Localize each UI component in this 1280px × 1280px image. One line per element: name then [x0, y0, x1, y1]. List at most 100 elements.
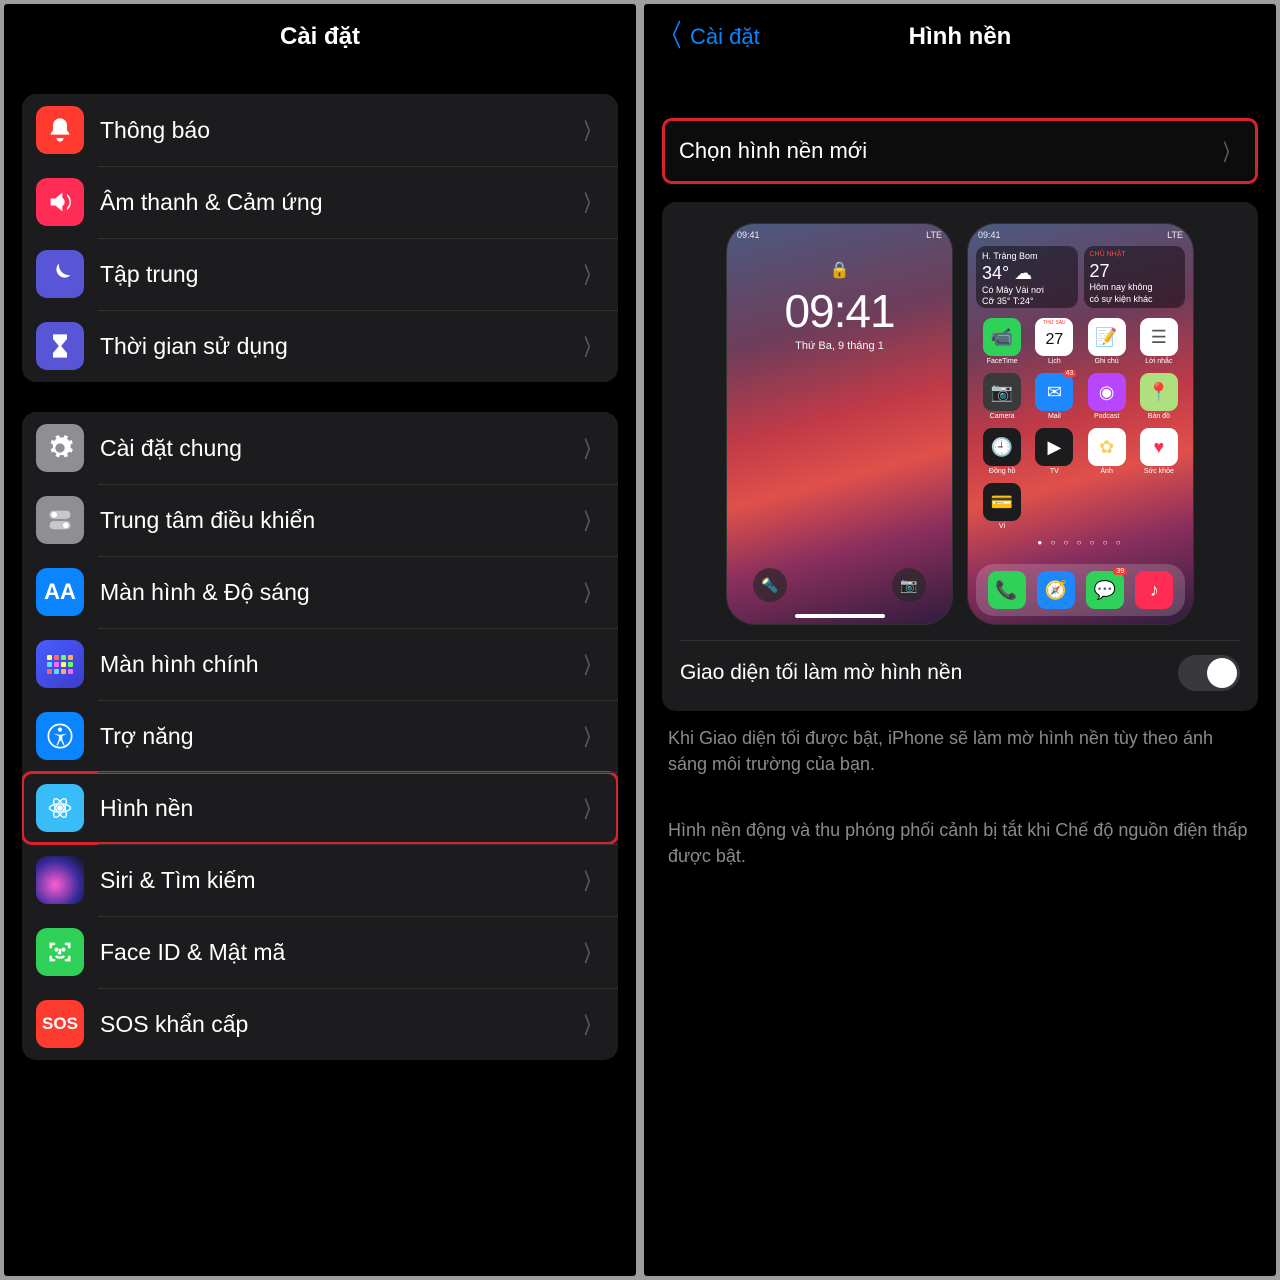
settings-title: Cài đặt [280, 23, 360, 51]
row-accessibility[interactable]: Trợ năng 〉 [22, 700, 618, 772]
chevron-left-icon: 〈 [661, 22, 682, 52]
hourglass-icon [36, 322, 84, 370]
back-button[interactable]: 〈 Cài đặt [656, 22, 760, 52]
choose-wallpaper-row[interactable]: Chọn hình nền mới 〉 [662, 118, 1258, 184]
chevron-right-icon: 〉 [584, 504, 597, 536]
row-label: Thời gian sử dụng [100, 333, 580, 360]
lock-face: 🔒 09:41 Thứ Ba, 9 tháng 1 [727, 260, 952, 352]
dim-toggle[interactable] [1178, 655, 1240, 691]
wallpaper-title: Hình nền [909, 23, 1012, 51]
app-icon: ✿Ảnh [1083, 428, 1131, 475]
home-indicator [795, 614, 885, 618]
calendar-widget: CHỦ NHẬT 27 Hôm nay không có sự kiện khá… [1084, 246, 1186, 308]
row-label: Thông báo [100, 117, 580, 144]
lock-time: 09:41 [727, 284, 952, 338]
row-label: Âm thanh & Cảm ứng [100, 189, 580, 216]
app-icon: ♥Sức khỏe [1135, 428, 1183, 475]
lockscreen-preview[interactable]: 09:41 LTE 🔒 09:41 Thứ Ba, 9 tháng 1 🔦 📷 [727, 224, 952, 624]
row-label: SOS khẩn cấp [100, 1011, 580, 1038]
row-screentime[interactable]: Thời gian sử dụng 〉 [22, 310, 618, 382]
wallpaper-previews: 09:41 LTE 🔒 09:41 Thứ Ba, 9 tháng 1 🔦 📷 0… [662, 202, 1258, 711]
row-label: Trợ năng [100, 723, 580, 750]
app-icon: ☰Lời nhắc [1135, 318, 1183, 365]
row-siri[interactable]: Siri & Tìm kiếm 〉 [22, 844, 618, 916]
dock-app: 💬39 [1086, 571, 1124, 609]
chevron-right-icon: 〉 [584, 1008, 597, 1040]
siri-icon [36, 856, 84, 904]
app-icon: ◉Podcast [1083, 373, 1131, 420]
dock: 📞 🧭 💬39 ♪ [976, 564, 1185, 616]
chevron-right-icon: 〉 [584, 720, 597, 752]
row-wallpaper[interactable]: Hình nền 〉 [22, 772, 618, 844]
dock-app: ♪ [1135, 571, 1173, 609]
status-time: 09:41 [978, 230, 1001, 240]
row-general[interactable]: Cài đặt chung 〉 [22, 412, 618, 484]
lock-date: Thứ Ba, 9 tháng 1 [727, 340, 952, 352]
row-label: Hình nền [100, 795, 580, 822]
weather-widget: H. Trảng Bom 34° ☁ Có Mây Vài nơi Cỡ 35°… [976, 246, 1078, 308]
settings-group-2: Cài đặt chung 〉 Trung tâm điều khiển 〉 A… [22, 412, 618, 1060]
app-icon: 💳Ví [978, 483, 1026, 530]
footer-text-1: Khi Giao diện tối được bật, iPhone sẽ là… [644, 711, 1276, 777]
wallpaper-pane: 〈 Cài đặt Hình nền Chọn hình nền mới 〉 0… [644, 4, 1276, 1276]
dim-toggle-row: Giao diện tối làm mờ hình nền [680, 640, 1240, 691]
back-label: Cài đặt [690, 24, 760, 50]
dim-label: Giao diện tối làm mờ hình nền [680, 661, 1178, 685]
row-label: Cài đặt chung [100, 435, 580, 462]
accessibility-icon [36, 712, 84, 760]
row-notifications[interactable]: Thông báo 〉 [22, 94, 618, 166]
choose-label: Chọn hình nền mới [679, 138, 1219, 164]
settings-header: Cài đặt [4, 4, 636, 70]
flower-icon [36, 784, 84, 832]
app-icon: 📷Camera [978, 373, 1026, 420]
row-label: Màn hình chính [100, 651, 580, 678]
chevron-right-icon: 〉 [584, 864, 597, 896]
moon-icon [36, 250, 84, 298]
row-display[interactable]: AA Màn hình & Độ sáng 〉 [22, 556, 618, 628]
homescreen-preview[interactable]: 09:41 LTE H. Trảng Bom 34° ☁ Có Mây Vài n… [968, 224, 1193, 624]
row-sos[interactable]: SOS SOS khẩn cấp 〉 [22, 988, 618, 1060]
chevron-right-icon: 〉 [584, 186, 597, 218]
row-sounds[interactable]: Âm thanh & Cảm ứng 〉 [22, 166, 618, 238]
row-focus[interactable]: Tập trung 〉 [22, 238, 618, 310]
speaker-icon [36, 178, 84, 226]
row-label: Tập trung [100, 261, 580, 288]
row-label: Face ID & Mật mã [100, 939, 580, 966]
row-label: Trung tâm điều khiển [100, 507, 580, 534]
text-size-icon: AA [36, 568, 84, 616]
status-net: LTE [1167, 230, 1183, 240]
dock-app: 🧭 [1037, 571, 1075, 609]
row-faceid[interactable]: Face ID & Mật mã 〉 [22, 916, 618, 988]
chevron-right-icon: 〉 [584, 258, 597, 290]
bell-icon [36, 106, 84, 154]
sos-icon: SOS [36, 1000, 84, 1048]
app-icon: ▶TV [1030, 428, 1078, 475]
row-label: Siri & Tìm kiếm [100, 867, 580, 894]
grid-icon [36, 640, 84, 688]
app-icon: ✉43Mail [1030, 373, 1078, 420]
chevron-right-icon: 〉 [584, 792, 597, 824]
app-icon: 📹FaceTime [978, 318, 1026, 365]
app-icon: 📝Ghi chú [1083, 318, 1131, 365]
status-time: 09:41 [737, 230, 760, 240]
row-homescreen[interactable]: Màn hình chính 〉 [22, 628, 618, 700]
row-label: Màn hình & Độ sáng [100, 579, 580, 606]
chevron-right-icon: 〉 [584, 432, 597, 464]
status-net: LTE [926, 230, 942, 240]
app-icon: 📍Bản đồ [1135, 373, 1183, 420]
footer-text-2: Hình nền động và thu phóng phối cảnh bị … [644, 803, 1276, 869]
flashlight-icon: 🔦 [753, 568, 787, 602]
chevron-right-icon: 〉 [584, 936, 597, 968]
chevron-right-icon: 〉 [584, 648, 597, 680]
wallpaper-header: 〈 Cài đặt Hình nền [644, 4, 1276, 70]
lock-icon: 🔒 [727, 260, 952, 280]
camera-icon: 📷 [892, 568, 926, 602]
gear-icon [36, 424, 84, 472]
settings-group-1: Thông báo 〉 Âm thanh & Cảm ứng 〉 Tập tru… [22, 94, 618, 382]
dock-app: 📞 [988, 571, 1026, 609]
chevron-right-icon: 〉 [584, 576, 597, 608]
faceid-icon [36, 928, 84, 976]
app-icon: THỨ SÁU27Lịch [1030, 318, 1078, 365]
chevron-right-icon: 〉 [1223, 135, 1236, 167]
row-control-center[interactable]: Trung tâm điều khiển 〉 [22, 484, 618, 556]
